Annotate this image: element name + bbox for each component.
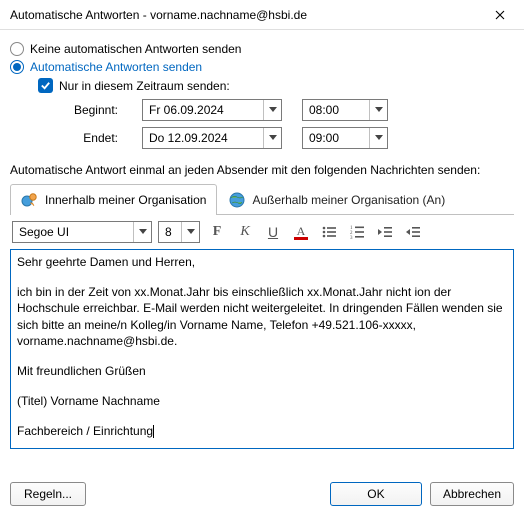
msg-greeting: Sehr geehrte Damen und Herren,: [17, 254, 507, 270]
cancel-button[interactable]: Abbrechen: [430, 482, 514, 506]
tab-inside-label: Innerhalb meiner Organisation: [45, 193, 206, 207]
numbered-list-button[interactable]: 123: [346, 221, 368, 243]
dialog-content: Keine automatischen Antworten senden Aut…: [0, 30, 524, 449]
chevron-down-icon: [263, 128, 281, 148]
msg-closing: Mit freundlichen Grüßen: [17, 363, 507, 379]
radio-auto[interactable]: Automatische Antworten senden: [10, 60, 514, 74]
outdent-button[interactable]: [374, 221, 396, 243]
end-label: Endet:: [66, 131, 122, 145]
close-icon: [495, 10, 505, 20]
bullet-list-icon: [321, 224, 337, 240]
italic-button[interactable]: K: [234, 221, 256, 243]
instruction-text: Automatische Antwort einmal an jeden Abs…: [10, 163, 514, 177]
start-time-combo[interactable]: 08:00: [302, 99, 388, 121]
radio-icon: [10, 42, 24, 56]
numbered-list-icon: 123: [349, 224, 365, 240]
font-color-button[interactable]: A: [290, 221, 312, 243]
rules-button[interactable]: Regeln...: [10, 482, 86, 506]
org-icon: [21, 191, 39, 209]
bullet-list-button[interactable]: [318, 221, 340, 243]
end-date-value: Do 12.09.2024: [143, 131, 263, 145]
msg-name: (Titel) Vorname Nachname: [17, 393, 507, 409]
period-grid: Beginnt: Fr 06.09.2024 08:00 Endet: Do 1…: [66, 99, 514, 149]
underline-button[interactable]: U: [262, 221, 284, 243]
svg-text:3: 3: [350, 236, 353, 240]
start-date-value: Fr 06.09.2024: [143, 103, 263, 117]
chevron-down-icon: [181, 222, 199, 242]
end-time-value: 09:00: [303, 131, 369, 145]
dialog-footer: Regeln... OK Abbrechen: [0, 478, 524, 518]
outdent-icon: [377, 224, 393, 240]
format-toolbar: Segoe UI 8 F K U A 123: [10, 215, 514, 249]
chevron-down-icon: [369, 100, 387, 120]
radio-auto-label: Automatische Antworten senden: [30, 60, 202, 74]
radio-icon: [10, 60, 24, 74]
window-title: Automatische Antworten - vorname.nachnam…: [10, 8, 307, 22]
msg-dept: Fachbereich / Einrichtung: [17, 423, 507, 439]
radio-no-auto[interactable]: Keine automatischen Antworten senden: [10, 42, 514, 56]
checkbox-period-only-label: Nur in diesem Zeitraum senden:: [59, 79, 230, 93]
indent-icon: [405, 224, 421, 240]
tabs: Innerhalb meiner Organisation Außerhalb …: [10, 183, 514, 215]
close-button[interactable]: [478, 0, 522, 30]
message-editor[interactable]: Sehr geehrte Damen und Herren, ich bin i…: [10, 249, 514, 449]
checkbox-icon: [38, 78, 53, 93]
end-date-combo[interactable]: Do 12.09.2024: [142, 127, 282, 149]
msg-body: ich bin in der Zeit von xx.Monat.Jahr bi…: [17, 284, 507, 349]
start-date-combo[interactable]: Fr 06.09.2024: [142, 99, 282, 121]
titlebar: Automatische Antworten - vorname.nachnam…: [0, 0, 524, 30]
start-time-value: 08:00: [303, 103, 369, 117]
globe-icon: [228, 191, 246, 209]
start-label: Beginnt:: [66, 103, 122, 117]
bold-button[interactable]: F: [206, 221, 228, 243]
end-time-combo[interactable]: 09:00: [302, 127, 388, 149]
checkbox-period-only[interactable]: Nur in diesem Zeitraum senden:: [38, 78, 514, 93]
indent-button[interactable]: [402, 221, 424, 243]
tab-outside-org[interactable]: Außerhalb meiner Organisation (An): [217, 184, 456, 215]
ok-button[interactable]: OK: [330, 482, 422, 506]
tab-inside-org[interactable]: Innerhalb meiner Organisation: [10, 184, 217, 215]
font-combo[interactable]: Segoe UI: [12, 221, 152, 243]
font-value: Segoe UI: [13, 225, 133, 239]
chevron-down-icon: [263, 100, 281, 120]
color-swatch: [294, 237, 308, 240]
chevron-down-icon: [369, 128, 387, 148]
radio-no-auto-label: Keine automatischen Antworten senden: [30, 42, 241, 56]
size-value: 8: [159, 225, 181, 239]
tab-outside-label: Außerhalb meiner Organisation (An): [252, 193, 445, 207]
size-combo[interactable]: 8: [158, 221, 200, 243]
chevron-down-icon: [133, 222, 151, 242]
